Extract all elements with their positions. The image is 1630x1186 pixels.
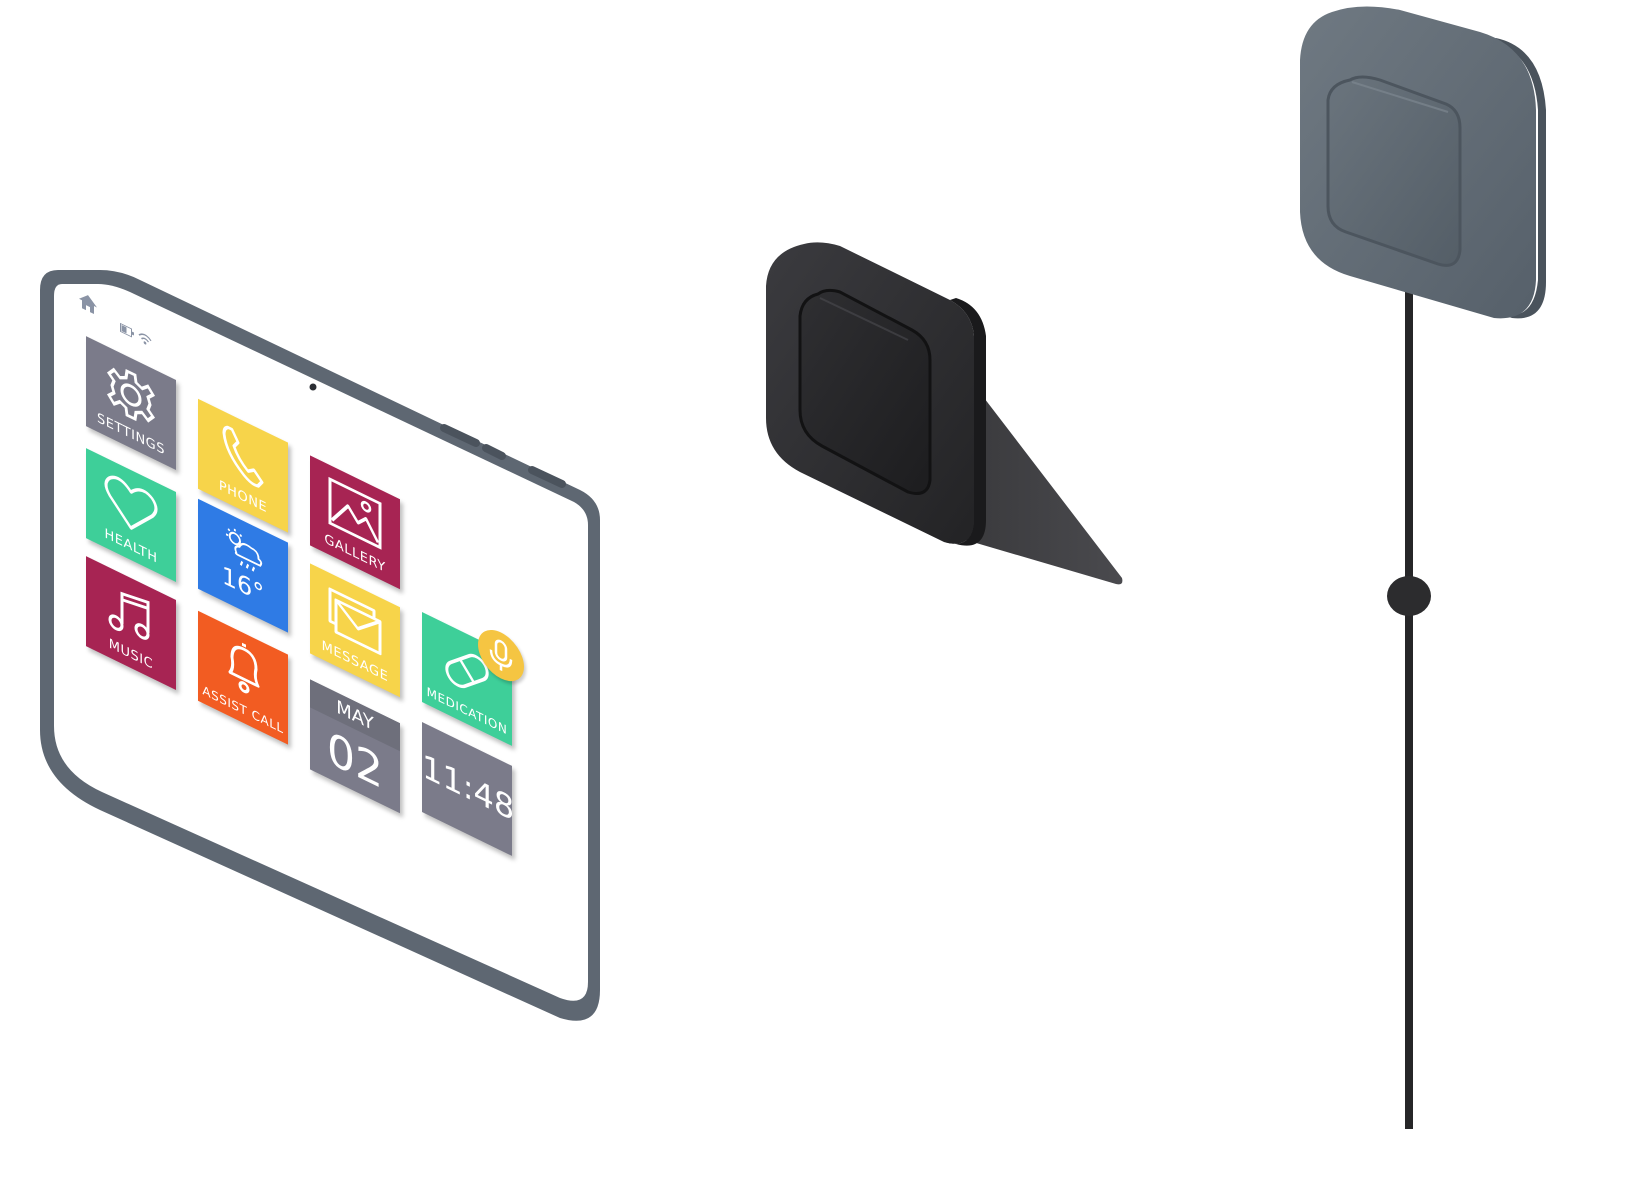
product-scene: SETTINGS PHONE GALLERY HEALTH 16° MESSAG… [0,0,1630,1129]
cord-bead [1387,576,1431,616]
tile-music[interactable]: MUSIC [86,556,176,691]
tile-message[interactable]: MESSAGE [310,563,400,698]
stand-icon [966,390,1123,585]
tile-clock[interactable]: 11:48 [422,722,515,856]
wall-button-device [766,242,1123,585]
pendant-button-device [1300,6,1546,1129]
tile-assist-call[interactable]: ASSIST CALL [198,610,288,745]
tile-date[interactable]: MAY 02 [310,679,400,814]
clock-time: 11:48 [422,746,515,830]
tablet-device: SETTINGS PHONE GALLERY HEALTH 16° MESSAG… [40,270,620,1030]
tile-medication[interactable]: MEDICATION [422,612,524,746]
cord [1405,290,1413,1129]
